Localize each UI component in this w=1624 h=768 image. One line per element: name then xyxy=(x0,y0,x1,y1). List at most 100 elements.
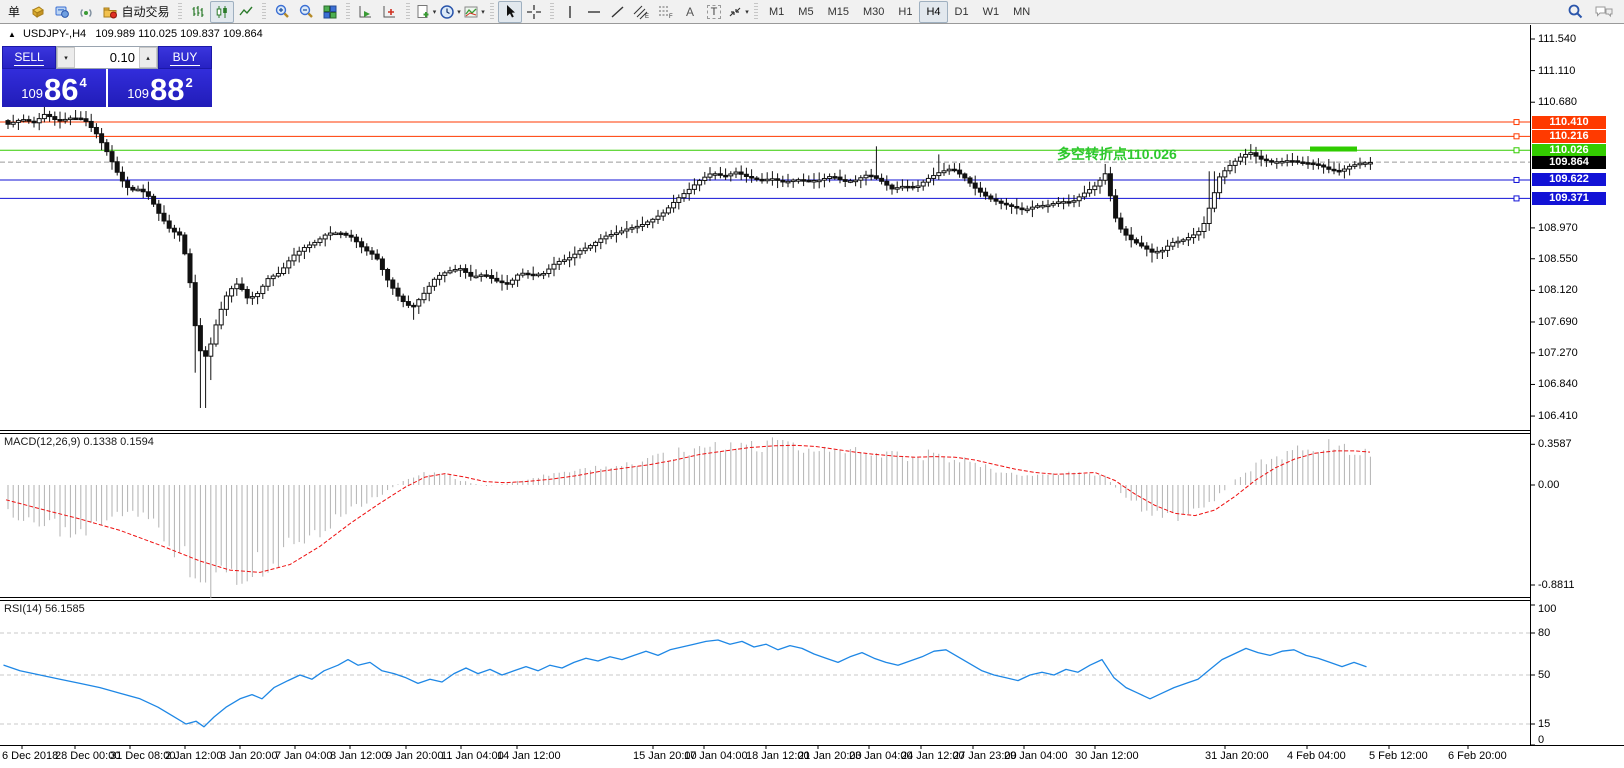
level-price-label: 110.216 xyxy=(1532,130,1606,143)
auto-scroll-icon[interactable] xyxy=(354,1,378,23)
time-axis-label: 7 Jan 04:00 xyxy=(275,750,333,762)
horizontal-line-tool-icon[interactable] xyxy=(582,1,606,23)
chart-shift-icon[interactable] xyxy=(378,1,402,23)
collapse-triangle-icon[interactable]: ▲ xyxy=(8,30,16,39)
channel-tag: E xyxy=(645,14,649,20)
volume-control: ▾ ▴ xyxy=(56,46,158,69)
text-label-tool-icon[interactable]: T xyxy=(702,1,726,23)
indicators-button[interactable]: ▾ xyxy=(462,1,486,23)
sell-price-display[interactable]: 109 86 4 xyxy=(2,69,106,107)
terminal-icon[interactable] xyxy=(50,1,74,23)
toolbar: 单 自动交易 xyxy=(0,0,1624,24)
fibonacci-tool-icon[interactable]: F xyxy=(654,1,678,23)
axis-tick-label: 110.680 xyxy=(1538,96,1577,108)
gold-cube-icon[interactable] xyxy=(26,1,50,23)
time-axis-label: 5 Feb 12:00 xyxy=(1369,750,1428,762)
axis-tick-label: 108.970 xyxy=(1538,222,1578,234)
time-axis-label: 6 Dec 2018 xyxy=(2,750,58,762)
one-click-trading-panel: SELL ▾ ▴ BUY 109 86 4 109 88 2 xyxy=(2,46,212,107)
buy-price-display[interactable]: 109 88 2 xyxy=(108,69,212,107)
crosshair-tool-icon[interactable] xyxy=(522,1,546,23)
time-axis-label: 14 Jan 12:00 xyxy=(497,750,561,762)
chart-canvas[interactable] xyxy=(0,0,1624,768)
autotrading-icon xyxy=(102,4,118,20)
zoom-out-icon[interactable] xyxy=(294,1,318,23)
axis-tick-label: 111.110 xyxy=(1538,65,1575,77)
timeframe-button-w1[interactable]: W1 xyxy=(976,1,1007,23)
toolbar-grip xyxy=(754,3,758,21)
time-axis-label: 8 Jan 12:00 xyxy=(330,750,388,762)
timeframe-button-h1[interactable]: H1 xyxy=(891,1,919,23)
sell-button[interactable]: SELL xyxy=(2,46,56,69)
chat-icon[interactable] xyxy=(1594,4,1614,20)
level-price-label: 109.371 xyxy=(1532,192,1606,205)
vertical-line-tool-icon[interactable] xyxy=(558,1,582,23)
timeframe-button-d1[interactable]: D1 xyxy=(948,1,976,23)
timeframe-button-m15[interactable]: M15 xyxy=(821,1,856,23)
macd-indicator-label: MACD(12,26,9) 0.1338 0.1594 xyxy=(4,436,154,448)
timeframe-button-m30[interactable]: M30 xyxy=(856,1,891,23)
axis-tick-label: 0.00 xyxy=(1538,479,1559,491)
time-axis-label: 4 Feb 04:00 xyxy=(1287,750,1346,762)
timeframe-button-m5[interactable]: M5 xyxy=(791,1,820,23)
ohlc-values: 109.989 110.025 109.837 109.864 xyxy=(95,28,262,40)
buy-button-label: BUY xyxy=(173,50,198,64)
current-price-label: 109.864 xyxy=(1532,156,1606,169)
axis-tick-label: 107.270 xyxy=(1538,347,1578,359)
axis-tick-label: 107.690 xyxy=(1538,316,1578,328)
time-axis-label: 9 Jan 20:00 xyxy=(386,750,444,762)
autotrading-button[interactable]: 自动交易 xyxy=(98,1,174,23)
signals-icon[interactable] xyxy=(74,1,98,23)
time-axis-label: 2 Jan 12:00 xyxy=(165,750,223,762)
sell-underline xyxy=(14,65,44,66)
periods-clock-button[interactable]: ▾ xyxy=(438,1,462,23)
axis-tick-label: -0.8811 xyxy=(1538,579,1575,591)
axis-tick-label: 80 xyxy=(1538,627,1550,639)
autotrading-label: 自动交易 xyxy=(121,3,169,20)
axis-tick-label: 108.550 xyxy=(1538,253,1578,265)
toolbar-grip xyxy=(406,3,410,21)
timeframe-group: M1M5M15M30H1H4D1W1MN xyxy=(762,1,1037,23)
new-order-button[interactable]: 单 xyxy=(2,1,26,23)
axis-tick-label: 106.840 xyxy=(1538,378,1578,390)
buy-button[interactable]: BUY xyxy=(158,46,212,69)
candlestick-chart-type-icon[interactable] xyxy=(210,1,234,23)
time-axis-label: 11 Jan 04:00 xyxy=(441,750,504,762)
sell-button-label: SELL xyxy=(14,50,43,64)
axis-tick-label: 106.410 xyxy=(1538,410,1578,422)
cursor-tool-icon[interactable] xyxy=(498,1,522,23)
symbol-period-label: USDJPY-,H4 xyxy=(23,28,86,40)
mt4-terminal-window: 单 自动交易 xyxy=(0,0,1624,768)
sell-price-prefix: 109 xyxy=(21,86,43,101)
volume-increase-button[interactable]: ▴ xyxy=(139,47,157,68)
arrows-tool-icon[interactable]: ▾ xyxy=(726,1,750,23)
text-tool-icon[interactable]: A xyxy=(678,1,702,23)
trendline-tool-icon[interactable] xyxy=(606,1,630,23)
time-axis-label: 17 Jan 04:00 xyxy=(684,750,748,762)
timeframe-button-mn[interactable]: MN xyxy=(1006,1,1037,23)
line-chart-type-icon[interactable] xyxy=(234,1,258,23)
timeframe-button-m1[interactable]: M1 xyxy=(762,1,791,23)
volume-input[interactable] xyxy=(75,47,139,68)
zoom-in-icon[interactable] xyxy=(270,1,294,23)
volume-decrease-button[interactable]: ▾ xyxy=(57,47,75,68)
timeframe-button-h4[interactable]: H4 xyxy=(919,1,947,23)
rsi-indicator-label: RSI(14) 56.1585 xyxy=(4,603,85,615)
buy-price-pip: 2 xyxy=(185,75,192,90)
new-chart-button[interactable]: ▾ xyxy=(414,1,438,23)
level-price-label: 110.410 xyxy=(1532,116,1606,129)
search-icon[interactable] xyxy=(1567,3,1584,20)
toolbar-grip xyxy=(550,3,554,21)
equidistant-channel-tool-icon[interactable]: E xyxy=(630,1,654,23)
new-order-label: 单 xyxy=(8,3,20,20)
level-price-label: 109.622 xyxy=(1532,173,1606,186)
time-axis-label: 3 Jan 20:00 xyxy=(220,750,278,762)
sell-price-pip: 4 xyxy=(79,75,86,90)
time-axis-label: 30 Jan 12:00 xyxy=(1075,750,1139,762)
buy-underline xyxy=(170,65,200,66)
axis-tick-label: 50 xyxy=(1538,669,1550,681)
fibo-tag: F xyxy=(669,14,673,20)
bar-chart-type-icon[interactable] xyxy=(186,1,210,23)
tile-windows-icon[interactable] xyxy=(318,1,342,23)
axis-tick-label: 15 xyxy=(1538,718,1550,730)
